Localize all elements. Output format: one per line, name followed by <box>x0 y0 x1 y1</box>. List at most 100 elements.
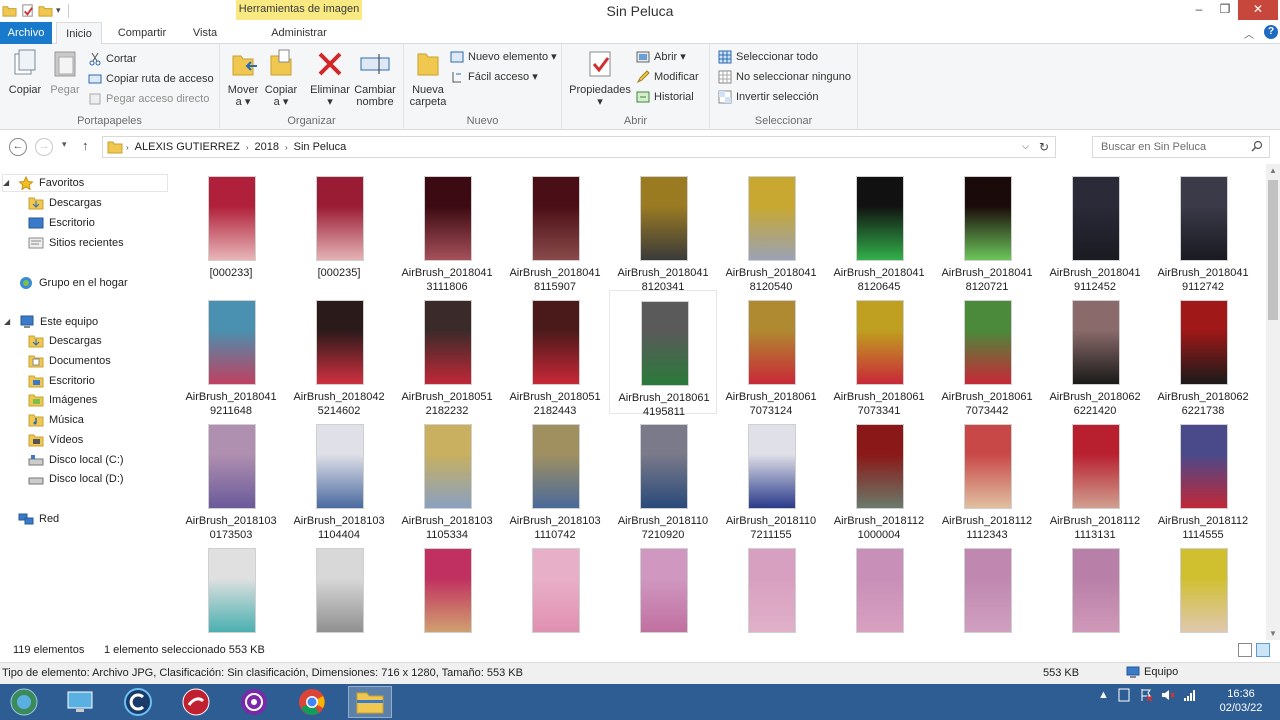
tab-archivo[interactable]: Archivo <box>0 22 52 44</box>
select-all-button[interactable]: Seleccionar todo <box>718 48 818 66</box>
edit-button[interactable]: Modificar <box>636 68 699 86</box>
file-item[interactable]: AirBrush_2018110 7211155 <box>717 414 825 541</box>
nav-disco-c[interactable]: Disco local (C:) <box>28 451 124 469</box>
file-item[interactable]: AirBrush_2018041 8115907 <box>501 166 609 293</box>
file-item[interactable]: AirBrush_2018041 8120341 <box>609 166 717 293</box>
nav-imagenes[interactable]: Imágenes <box>28 391 97 409</box>
new-folder-button[interactable]: Nueva carpeta <box>408 48 448 108</box>
breadcrumb-separator[interactable]: › <box>243 143 252 152</box>
properties-button[interactable]: Propiedades ▾ <box>568 48 632 108</box>
scroll-down-icon[interactable]: ▼ <box>1269 629 1277 638</box>
scroll-up-icon[interactable]: ▲ <box>1269 166 1277 175</box>
nav-sitios-recientes[interactable]: Sitios recientes <box>28 234 124 252</box>
copy-button[interactable]: Copiar <box>6 48 44 96</box>
details-view-icon[interactable] <box>1238 643 1252 657</box>
close-button[interactable]: ✕ <box>1238 0 1278 20</box>
back-button[interactable]: ← <box>9 138 27 156</box>
expand-arrow-icon[interactable]: ◢ <box>4 313 14 331</box>
file-item[interactable]: AirBrush_2018041 9112742 <box>1149 166 1257 293</box>
file-item[interactable]: AirBrush_2018103 1105334 <box>393 414 501 541</box>
file-item[interactable]: AirBrush_2018041 9112452 <box>1041 166 1149 293</box>
file-item[interactable]: AirBrush_2018113 <box>285 538 393 640</box>
file-item[interactable]: AirBrush_2018113 <box>717 538 825 640</box>
file-item[interactable]: AirBrush_2018103 1104404 <box>285 414 393 541</box>
show-hidden-icons-icon[interactable]: ▲ <box>1098 689 1109 701</box>
maximize-button[interactable]: ❐ <box>1212 0 1238 20</box>
scroll-thumb[interactable] <box>1268 180 1278 320</box>
address-bar[interactable]: › ALEXIS GUTIERREZ › 2018 › Sin Peluca ⌵… <box>102 136 1056 158</box>
forward-button[interactable]: → <box>35 138 53 156</box>
nav-escritorio[interactable]: Escritorio <box>28 372 95 390</box>
file-item[interactable]: AirBrush_2018113 <box>393 538 501 640</box>
nav-musica[interactable]: Música <box>28 411 84 429</box>
refresh-icon[interactable]: ↻ <box>1039 140 1049 154</box>
select-none-button[interactable]: No seleccionar ninguno <box>718 68 851 86</box>
nav-escritorio-fav[interactable]: Escritorio <box>28 214 95 232</box>
breadcrumb-2018[interactable]: 2018 <box>251 141 281 153</box>
new-item-button[interactable]: Nuevo elemento ▾ <box>450 48 557 66</box>
nav-este-equipo[interactable]: ◢ Este equipo <box>4 313 98 331</box>
file-item[interactable]: AirBrush_2018042 5214602 <box>285 290 393 417</box>
device-icon[interactable] <box>1117 688 1131 702</box>
file-item[interactable]: AirBrush_2018103 0173503 <box>177 414 285 541</box>
breadcrumb-separator[interactable]: › <box>123 143 132 152</box>
file-item[interactable]: AirBrush_2018061 7073341 <box>825 290 933 417</box>
nav-disco-d[interactable]: Disco local (D:) <box>28 470 124 488</box>
file-item[interactable]: AirBrush_2018112 1114555 <box>1149 414 1257 541</box>
nav-favoritos[interactable]: ◢ Favoritos <box>2 174 168 192</box>
file-item[interactable]: AirBrush_2018120 <box>1149 538 1257 640</box>
tab-compartir[interactable]: Compartir <box>110 22 174 44</box>
file-item[interactable]: AirBrush_2018113 <box>177 538 285 640</box>
folder-icon[interactable] <box>2 3 17 18</box>
nav-descargas-fav[interactable]: Descargas <box>28 194 102 212</box>
file-item[interactable]: AirBrush_2018041 8120721 <box>933 166 1041 293</box>
file-item[interactable]: AirBrush_2018041 8120645 <box>825 166 933 293</box>
file-item[interactable]: AirBrush_2018103 1110742 <box>501 414 609 541</box>
large-icons-view-icon[interactable] <box>1256 643 1270 657</box>
invert-selection-button[interactable]: Invertir selección <box>718 88 819 106</box>
file-item[interactable]: AirBrush_2018061 7073124 <box>717 290 825 417</box>
copy-to-button[interactable]: Copiar a ▾ <box>264 48 298 108</box>
up-arrow-icon[interactable]: ↑ <box>82 138 89 153</box>
history-button[interactable]: Historial <box>636 88 694 106</box>
nav-red[interactable]: Red <box>18 510 59 528</box>
vertical-scrollbar[interactable]: ▲ ▼ <box>1266 164 1280 640</box>
file-item[interactable]: AirBrush_2018113 <box>609 538 717 640</box>
minimize-button[interactable]: ‒ <box>1186 0 1212 20</box>
network-signal-icon[interactable] <box>1183 688 1197 702</box>
file-item[interactable]: AirBrush_2018110 7210920 <box>609 414 717 541</box>
file-item[interactable]: AirBrush_2018041 9211648 <box>177 290 285 417</box>
file-item[interactable]: AirBrush_2018112 1000004 <box>825 414 933 541</box>
expand-arrow-icon[interactable]: ◢ <box>3 174 13 192</box>
new-folder-icon[interactable] <box>38 3 53 18</box>
breadcrumb-sin-peluca[interactable]: Sin Peluca <box>291 141 350 153</box>
breadcrumb-separator[interactable]: › <box>282 143 291 152</box>
file-item[interactable]: AirBrush_2018113 <box>933 538 1041 640</box>
tab-administrar[interactable]: Administrar <box>236 22 362 44</box>
taskbar-desktop-app[interactable] <box>58 686 102 718</box>
nav-descargas[interactable]: Descargas <box>28 332 102 350</box>
delete-button[interactable]: Eliminar ▾ <box>310 48 350 108</box>
file-item[interactable]: AirBrush_2018112 1112343 <box>933 414 1041 541</box>
taskbar-media-app[interactable] <box>174 686 218 718</box>
action-center-flag-icon[interactable] <box>1139 688 1153 702</box>
recent-locations-icon[interactable]: ▾ <box>62 139 67 150</box>
taskbar-tor-browser[interactable] <box>232 686 276 718</box>
move-to-button[interactable]: Mover a ▾ <box>226 48 260 108</box>
nav-grupo-hogar[interactable]: Grupo en el hogar <box>18 274 128 292</box>
clock[interactable]: 16:36 02/03/22 <box>1206 687 1276 715</box>
help-icon[interactable]: ? <box>1264 25 1278 39</box>
cut-button[interactable]: Cortar <box>88 50 137 68</box>
paste-button[interactable]: Pegar <box>46 48 84 96</box>
file-item[interactable]: AirBrush_2018051 2182232 <box>393 290 501 417</box>
file-item[interactable]: AirBrush_2018051 2182443 <box>501 290 609 417</box>
properties-icon[interactable] <box>20 3 35 18</box>
rename-button[interactable]: Cambiar nombre <box>352 48 398 108</box>
chevron-down-icon[interactable]: ⌵ <box>1022 141 1029 152</box>
file-item[interactable]: AirBrush_2018061 7073442 <box>933 290 1041 417</box>
copy-path-button[interactable]: Copiar ruta de acceso <box>88 70 214 88</box>
tab-vista[interactable]: Vista <box>184 22 226 44</box>
taskbar-chrome[interactable] <box>290 686 334 718</box>
breadcrumb-alexis[interactable]: ALEXIS GUTIERREZ <box>132 141 243 153</box>
file-item[interactable]: AirBrush_2018041 3111806 <box>393 166 501 293</box>
